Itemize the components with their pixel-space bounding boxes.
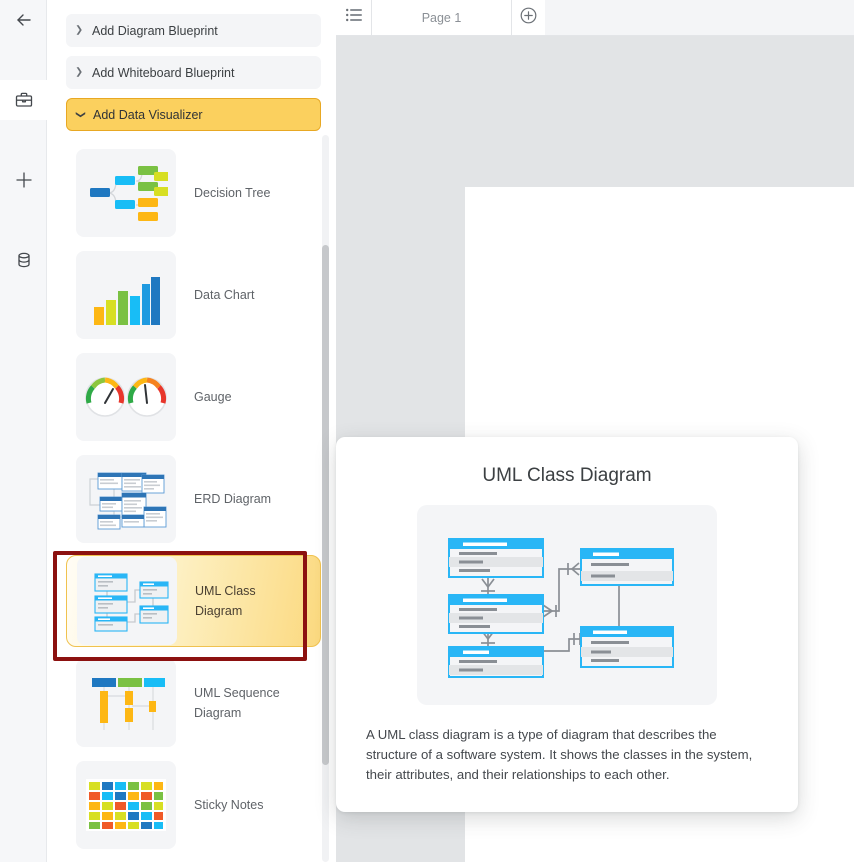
uml-class-thumb bbox=[77, 557, 177, 645]
popover-figure bbox=[417, 505, 717, 705]
chevron-right-icon: ❯ bbox=[75, 24, 83, 36]
template-item-erd-diagram[interactable]: ERD Diagram bbox=[66, 453, 321, 545]
application-window: ❯ Add Diagram Blueprint ❯ Add Whiteboard… bbox=[0, 0, 854, 862]
page-tab-label: Page 1 bbox=[421, 10, 462, 25]
template-item-uml-class-diagram[interactable]: UML Class Diagram bbox=[66, 555, 321, 647]
data-chart-thumb bbox=[76, 251, 176, 339]
uml-sequence-thumb bbox=[76, 659, 176, 747]
template-panel: ❯ Add Diagram Blueprint ❯ Add Whiteboard… bbox=[47, 0, 336, 862]
back-arrow-icon bbox=[14, 10, 34, 30]
template-preview-popover: UML Class Diagram A UML class diagram is… bbox=[336, 437, 798, 812]
template-item-label: UML Class Diagram bbox=[195, 584, 256, 618]
chevron-down-icon: ❯ bbox=[75, 110, 86, 119]
plus-icon bbox=[13, 169, 35, 191]
panel-scrollbar-thumb[interactable] bbox=[322, 245, 329, 765]
template-item-label: Gauge bbox=[194, 390, 232, 404]
template-item-label: ERD Diagram bbox=[194, 492, 272, 506]
template-list: Decision Tree Data Chart Gauge ERD Diagr… bbox=[47, 135, 336, 862]
database-icon bbox=[14, 250, 34, 270]
template-item-label: Sticky Notes bbox=[194, 798, 264, 812]
erd-diagram-thumb bbox=[76, 455, 176, 543]
workspace-button[interactable] bbox=[0, 80, 47, 120]
page-list-button[interactable] bbox=[336, 0, 372, 35]
accordion-add-data-visualizer[interactable]: ❯ Add Data Visualizer bbox=[66, 98, 321, 131]
page-toolbar: Page 1 bbox=[336, 0, 854, 36]
template-item-decision-tree[interactable]: Decision Tree bbox=[66, 147, 321, 239]
template-item-uml-sequence-diagram[interactable]: UML Sequence Diagram bbox=[66, 657, 321, 749]
template-item-label: Decision Tree bbox=[194, 186, 271, 200]
back-button[interactable] bbox=[0, 0, 47, 40]
data-button[interactable] bbox=[0, 240, 47, 280]
template-item-label: UML Sequence Diagram bbox=[194, 686, 280, 720]
template-item-data-chart[interactable]: Data Chart bbox=[66, 249, 321, 341]
uml-class-preview-diagram bbox=[448, 538, 674, 678]
plus-circle-icon bbox=[520, 7, 537, 29]
template-item-label: Data Chart bbox=[194, 288, 255, 302]
template-item-gauge[interactable]: Gauge bbox=[66, 351, 321, 443]
popover-description: A UML class diagram is a type of diagram… bbox=[366, 727, 753, 782]
accordion-label: Add Whiteboard Blueprint bbox=[92, 65, 235, 80]
gauge-thumb bbox=[76, 353, 176, 441]
accordion-add-diagram-blueprint[interactable]: ❯ Add Diagram Blueprint bbox=[66, 14, 321, 47]
accordion-label: Add Data Visualizer bbox=[93, 107, 203, 122]
popover-title: UML Class Diagram bbox=[482, 465, 652, 486]
template-item-sticky-notes[interactable]: Sticky Notes bbox=[66, 759, 321, 851]
accordion-label: Add Diagram Blueprint bbox=[92, 23, 218, 38]
add-button[interactable] bbox=[0, 160, 47, 200]
add-page-button[interactable] bbox=[512, 0, 545, 35]
icon-rail bbox=[0, 0, 47, 862]
list-icon bbox=[345, 8, 362, 27]
sticky-notes-thumb bbox=[76, 761, 176, 849]
chevron-right-icon: ❯ bbox=[75, 66, 83, 78]
accordion-add-whiteboard-blueprint[interactable]: ❯ Add Whiteboard Blueprint bbox=[66, 56, 321, 89]
decision-tree-thumb bbox=[76, 149, 176, 237]
tab-page-1[interactable]: Page 1 bbox=[372, 0, 512, 35]
briefcase-icon bbox=[14, 90, 34, 110]
